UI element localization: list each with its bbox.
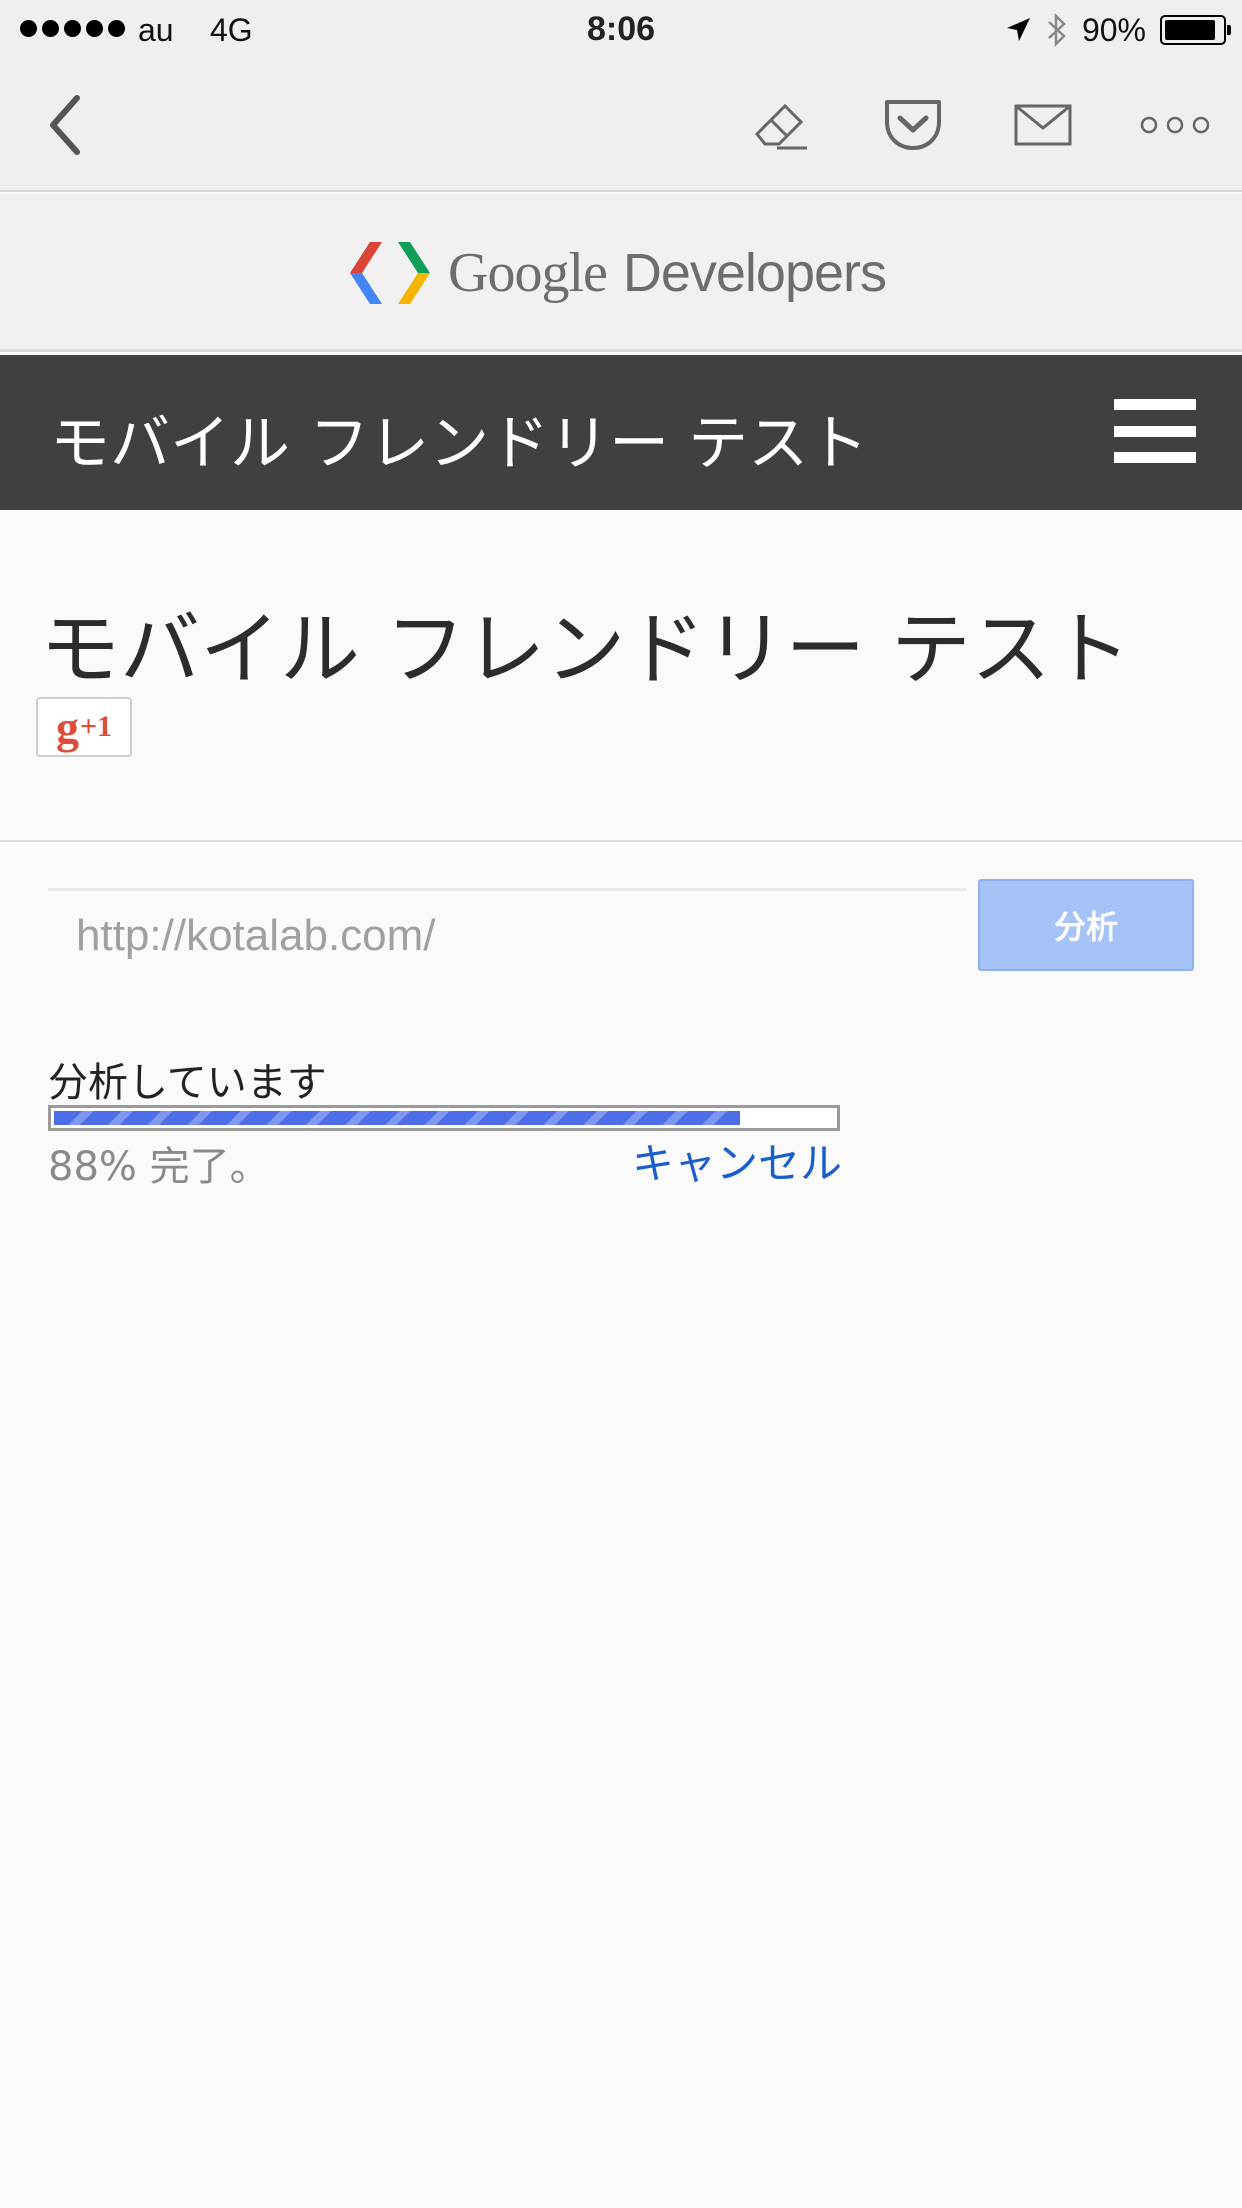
google-wordmark: Google (448, 242, 608, 304)
progress-bar (48, 1105, 840, 1131)
analysis-status-label: 分析しています (48, 1060, 327, 1106)
edit-button[interactable] (745, 90, 815, 160)
analyze-button[interactable]: 分析 (978, 879, 1194, 971)
gplus-button[interactable]: g +1 (36, 697, 132, 757)
site-header: モバイル フレンドリー テスト (0, 355, 1242, 510)
gplus-plus-one: +1 (79, 710, 113, 743)
mail-icon (1014, 104, 1072, 146)
google-developers-banner: Google Developers (0, 194, 1242, 352)
battery-icon (1160, 15, 1231, 45)
header-title[interactable]: モバイル フレンドリー テスト (50, 395, 868, 482)
gplus-g: g (55, 701, 79, 753)
google-developers-logo[interactable]: Google Developers (348, 238, 887, 308)
menu-button[interactable] (1114, 399, 1196, 463)
divider (0, 840, 1242, 842)
google-developers-chevron-icon (350, 242, 430, 304)
progress-percent-text: 88% 完了。 (48, 1144, 270, 1190)
progress-fill (54, 1111, 741, 1125)
more-icon (1140, 116, 1210, 134)
chevron-left-icon (50, 95, 80, 155)
status-bar: au 4G 8:06 90% (0, 0, 1242, 62)
url-input[interactable] (48, 888, 966, 980)
more-button[interactable] (1140, 90, 1210, 160)
eraser-icon (754, 103, 807, 150)
browser-toolbar (0, 62, 1242, 192)
bluetooth-icon (1048, 12, 1066, 48)
cancel-link[interactable]: キャンセル (632, 1130, 842, 1191)
mail-button[interactable] (1008, 90, 1078, 160)
battery-percent: 90% (1081, 11, 1146, 48)
page-title: モバイル フレンドリー テスト (40, 603, 1131, 696)
location-arrow-icon (1006, 18, 1030, 41)
hamburger-icon (1114, 399, 1196, 410)
pocket-icon (885, 100, 941, 150)
pocket-button[interactable] (878, 90, 948, 160)
developers-wordmark: Developers (622, 243, 887, 303)
back-button[interactable] (30, 90, 100, 160)
